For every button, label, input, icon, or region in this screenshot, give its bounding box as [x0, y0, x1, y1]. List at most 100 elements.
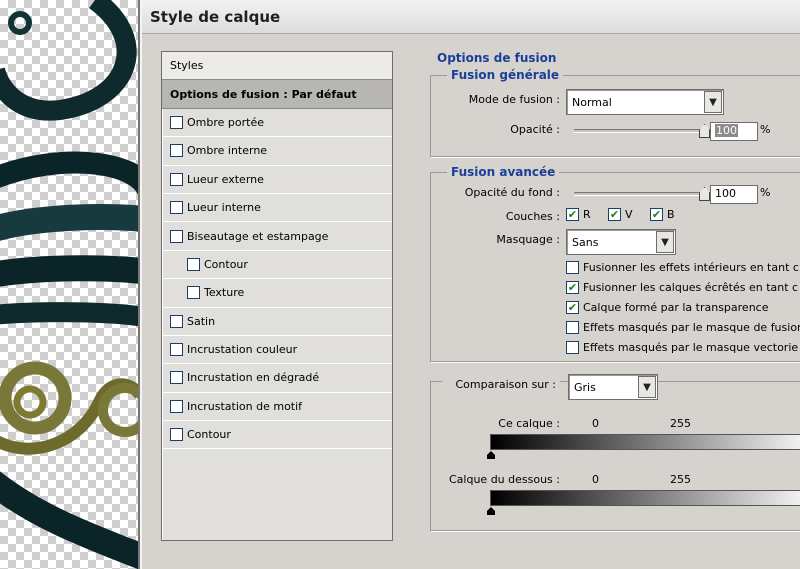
underlying-layer-min: 0	[592, 473, 599, 486]
opacity-input[interactable]: 100	[710, 122, 758, 141]
option-label: Fusionner les calques écrêtés en tant c	[583, 281, 799, 294]
style-item-label: Texture	[204, 286, 245, 300]
style-item-label: Ombre interne	[187, 144, 268, 158]
blending-options-item[interactable]: Options de fusion : Par défaut	[162, 80, 392, 109]
channel-label: R	[583, 208, 591, 221]
this-layer-gradient[interactable]	[490, 434, 800, 450]
style-item-drop-shadow[interactable]: Ombre portée	[162, 109, 392, 138]
blending-options-title: Options de fusion	[433, 51, 561, 65]
option-label: Fusionner les effets intérieurs en tant …	[583, 261, 799, 274]
inner-glow-checkbox[interactable]	[170, 201, 183, 215]
underlying-layer-max: 255	[670, 473, 691, 486]
style-item-label: Incrustation en dégradé	[187, 371, 320, 385]
blend-if-label: Comparaison sur :	[442, 378, 560, 391]
blend-if-value: Gris	[574, 380, 596, 394]
blend-if-select[interactable]: Gris ▼	[568, 374, 658, 400]
blending-options-label: Options de fusion : Par défaut	[170, 87, 357, 101]
outer-glow-checkbox[interactable]	[170, 172, 183, 186]
vector-mask-hides-effects[interactable]: Effets masqués par le masque vectorie	[566, 341, 798, 354]
canvas-artwork	[0, 0, 150, 569]
drop-shadow-checkbox[interactable]	[170, 115, 183, 129]
style-item-label: Incrustation couleur	[187, 343, 298, 357]
general-blending-group: Fusion générale	[430, 68, 800, 157]
opacity-value: 100	[715, 124, 738, 137]
fill-opacity-input[interactable]: 100	[710, 185, 758, 204]
channel-g[interactable]: V	[608, 208, 633, 221]
channel-b-checkbox[interactable]	[650, 208, 663, 221]
style-item-inner-shadow[interactable]: Ombre interne	[162, 137, 392, 166]
blend-clipped-layers[interactable]: Fusionner les calques écrêtés en tant c	[566, 281, 798, 294]
transparency-shapes-layer[interactable]: Calque formé par la transparence	[566, 301, 768, 314]
channel-label: B	[667, 208, 675, 221]
style-item-satin[interactable]: Satin	[162, 308, 392, 336]
channel-g-checkbox[interactable]	[608, 208, 621, 221]
transparency-shapes-layer-checkbox[interactable]	[566, 301, 579, 314]
style-item-bevel-emboss[interactable]: Biseautage et estampage	[162, 222, 392, 251]
blend-clipped-layers-checkbox[interactable]	[566, 281, 579, 294]
dialog-title: Style de calque	[142, 0, 800, 34]
pattern-overlay-checkbox[interactable]	[170, 399, 183, 413]
this-layer-label: Ce calque :	[498, 417, 560, 430]
style-item-color-overlay[interactable]: Incrustation couleur	[162, 336, 392, 365]
style-item-stroke[interactable]: Contour	[162, 421, 392, 450]
fill-opacity-value: 100	[715, 187, 736, 200]
blend-mode-label: Mode de fusion :	[468, 93, 560, 106]
blend-mode-value: Normal	[572, 95, 612, 109]
knockout-select[interactable]: Sans ▼	[566, 229, 676, 255]
style-item-inner-glow[interactable]: Lueur interne	[162, 194, 392, 223]
this-layer-min: 0	[592, 417, 599, 430]
fill-opacity-slider[interactable]	[574, 192, 704, 196]
contour-checkbox[interactable]	[187, 257, 200, 271]
vector-mask-hides-effects-checkbox[interactable]	[566, 341, 579, 354]
chevron-down-icon: ▼	[638, 376, 656, 398]
knockout-value: Sans	[572, 235, 599, 249]
knockout-label: Masquage :	[496, 233, 560, 246]
bevel-emboss-checkbox[interactable]	[170, 229, 183, 243]
channel-label: V	[625, 208, 633, 221]
channel-b[interactable]: B	[650, 208, 675, 221]
blend-mode-select[interactable]: Normal ▼	[566, 89, 724, 115]
opacity-label: Opacité :	[510, 123, 560, 136]
channel-r[interactable]: R	[566, 208, 591, 221]
blend-interior-effects[interactable]: Fusionner les effets intérieurs en tant …	[566, 261, 799, 274]
styles-header[interactable]: Styles	[162, 52, 392, 81]
style-item-pattern-overlay[interactable]: Incrustation de motif	[162, 393, 392, 422]
option-label: Effets masqués par le masque vectorie	[583, 341, 799, 354]
inner-shadow-checkbox[interactable]	[170, 144, 183, 158]
advanced-blending-title: Fusion avancée	[447, 165, 560, 179]
color-overlay-checkbox[interactable]	[170, 343, 183, 357]
blend-if-group	[430, 381, 800, 531]
satin-checkbox[interactable]	[170, 314, 183, 328]
fill-opacity-label: Opacité du fond :	[464, 186, 560, 199]
channel-r-checkbox[interactable]	[566, 208, 579, 221]
stroke-checkbox[interactable]	[170, 428, 183, 442]
opacity-unit: %	[760, 123, 771, 136]
option-label: Effets masqués par le masque de fusion	[583, 321, 800, 334]
layer-style-dialog: Style de calque Styles Options de fusion…	[140, 0, 800, 569]
channels-label: Couches :	[505, 210, 560, 223]
layer-mask-hides-effects-checkbox[interactable]	[566, 321, 579, 334]
style-item-gradient-overlay[interactable]: Incrustation en dégradé	[162, 364, 392, 393]
gradient-overlay-checkbox[interactable]	[170, 371, 183, 385]
style-item-texture[interactable]: Texture	[162, 279, 392, 308]
chevron-down-icon: ▼	[656, 231, 674, 253]
chevron-down-icon: ▼	[704, 91, 722, 113]
blend-interior-effects-checkbox[interactable]	[566, 261, 579, 274]
texture-checkbox[interactable]	[187, 286, 200, 300]
opacity-slider[interactable]	[574, 129, 704, 133]
style-item-label: Lueur externe	[187, 172, 264, 186]
general-blending-title: Fusion générale	[447, 68, 564, 82]
style-item-label: Biseautage et estampage	[187, 229, 329, 243]
underlying-layer-label: Calque du dessous :	[449, 473, 560, 486]
style-item-label: Contour	[187, 428, 231, 442]
layer-mask-hides-effects[interactable]: Effets masqués par le masque de fusion	[566, 321, 800, 334]
style-item-contour[interactable]: Contour	[162, 251, 392, 280]
style-item-outer-glow[interactable]: Lueur externe	[162, 166, 392, 194]
style-item-label: Ombre portée	[187, 115, 264, 129]
styles-list: Styles Options de fusion : Par défaut Om…	[161, 51, 393, 541]
underlying-layer-gradient[interactable]	[490, 490, 800, 506]
style-item-label: Satin	[187, 314, 216, 328]
style-item-label: Contour	[204, 257, 248, 271]
option-label: Calque formé par la transparence	[583, 301, 769, 314]
style-item-label: Lueur interne	[187, 201, 261, 215]
